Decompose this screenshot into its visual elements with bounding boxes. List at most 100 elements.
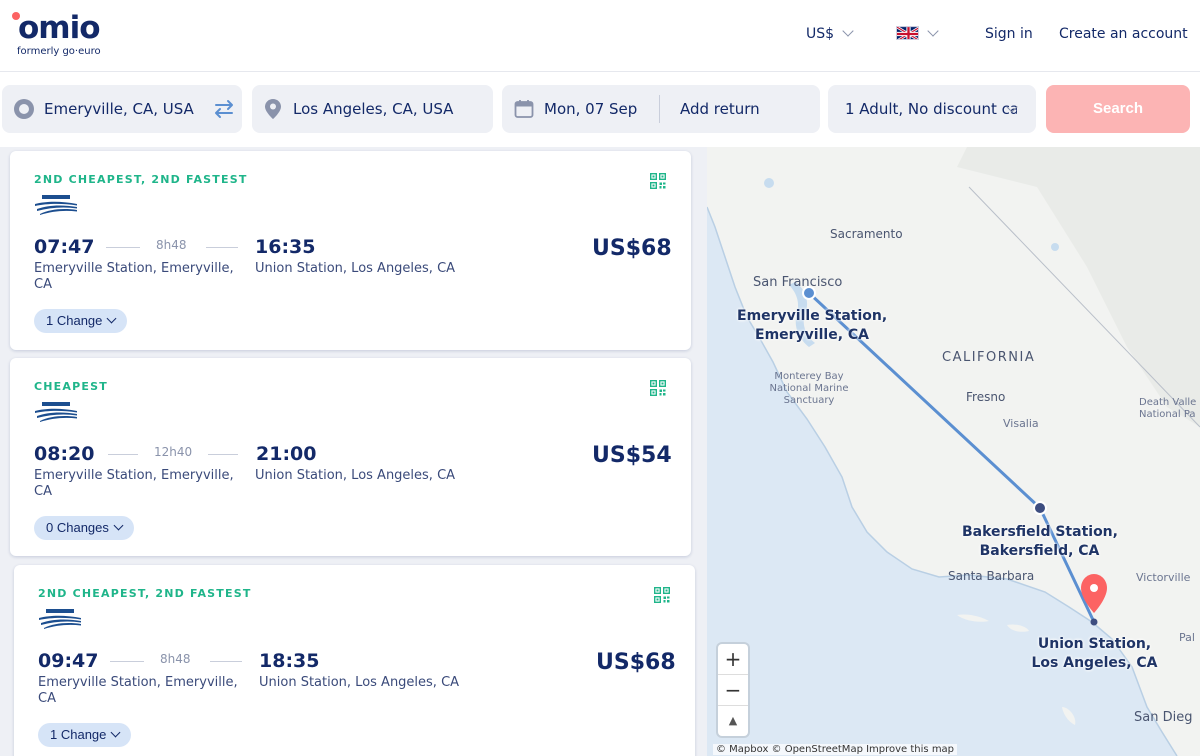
map-label-santa-barbara: Santa Barbara (948, 569, 1035, 583)
passengers-field[interactable]: 1 Adult, No discount ca (828, 85, 1036, 133)
union-line-2: Los Angeles, CA (1031, 655, 1158, 671)
amtrak-logo-icon (39, 609, 81, 629)
ticket-price: US$68 (592, 236, 672, 261)
departure-time: 08:20 (34, 443, 95, 465)
changes-label: 1 Change (46, 313, 103, 328)
swap-icon[interactable] (212, 97, 236, 121)
death-valley-line-1: Death Valle (1139, 397, 1197, 408)
location-pin-icon (265, 99, 281, 119)
result-card[interactable]: 2ND CHEAPEST, 2ND FASTEST 07:47 8h48 16:… (10, 151, 691, 350)
search-button[interactable]: Search (1046, 85, 1190, 133)
map-label-pal: Pal (1179, 631, 1195, 644)
duration-line (206, 247, 238, 248)
chevron-down-icon (110, 727, 121, 738)
map-label-bakersfield-station: Bakersfield Station, Bakersfield, CA (962, 523, 1118, 561)
create-account-link[interactable]: Create an account (1059, 24, 1188, 44)
monterey-line-3: Sanctuary (783, 395, 835, 406)
emeryville-line-2: Emeryville, CA (755, 327, 869, 343)
arrival-time: 21:00 (256, 443, 317, 465)
trip-duration: 12h40 (154, 445, 193, 459)
changes-toggle[interactable]: 1 Change (38, 723, 132, 747)
calendar-icon (514, 100, 534, 118)
map-label-fresno: Fresno (966, 390, 1006, 404)
chevron-down-icon (927, 25, 939, 37)
zoom-in-button[interactable]: + (718, 644, 748, 674)
departure-station: Emeryville Station, Emeryville, CA (38, 675, 238, 706)
arrival-station: Union Station, Los Angeles, CA (259, 675, 460, 690)
map-label-california: CALIFORNIA (942, 350, 1036, 365)
zoom-out-button[interactable]: − (718, 675, 748, 705)
arrival-time: 16:35 (255, 236, 316, 258)
chevron-down-icon (842, 25, 854, 37)
arrival-station: Union Station, Los Angeles, CA (255, 468, 456, 483)
origin-field[interactable]: Emeryville, CA, USA (2, 85, 242, 133)
map-label-san-francisco: San Francisco (753, 275, 843, 290)
union-line-1: Union Station, (1037, 636, 1152, 652)
result-card[interactable]: 2ND CHEAPEST, 2ND FASTEST 09:47 8h48 18:… (14, 565, 695, 756)
departure-date: Mon, 07 Sep (544, 100, 638, 118)
changes-label: 1 Change (50, 727, 107, 742)
passengers-value: 1 Adult, No discount ca (845, 100, 1017, 118)
arrival-station: Union Station, Los Angeles, CA (255, 261, 456, 276)
map-label-death-valley: Death Valle National Pa (1139, 397, 1196, 421)
bakersfield-line-2: Bakersfield, CA (979, 543, 1100, 559)
sign-in-link[interactable]: Sign in (985, 24, 1033, 44)
origin-circle-icon (14, 99, 34, 119)
trip-duration: 8h48 (156, 238, 187, 252)
map-attribution[interactable]: © Mapbox © OpenStreetMap Improve this ma… (713, 744, 958, 755)
results-list: 2ND CHEAPEST, 2ND FASTEST 07:47 8h48 16:… (0, 147, 707, 756)
route-map[interactable]: Sacramento San Francisco Emeryville Stat… (707, 147, 1200, 756)
chevron-down-icon (106, 313, 117, 324)
qr-code-icon[interactable] (650, 173, 666, 189)
departure-time: 07:47 (34, 236, 95, 258)
changes-toggle[interactable]: 0 Changes (34, 516, 134, 540)
death-valley-line-2: National Pa (1139, 409, 1196, 420)
amtrak-logo-icon (35, 195, 77, 215)
destination-value: Los Angeles, CA, USA (293, 100, 454, 118)
arrival-time: 18:35 (259, 650, 320, 672)
map-label-victorville: Victorville (1136, 571, 1191, 584)
duration-line (106, 247, 140, 248)
chevron-down-icon (113, 520, 124, 531)
duration-line (108, 454, 138, 455)
omio-logo[interactable]: omio formerly go·euro (12, 10, 122, 60)
monterey-line-1: Monterey Bay (774, 371, 844, 382)
map-label-union-station: Union Station, Los Angeles, CA (1017, 635, 1172, 673)
result-tag: 2ND CHEAPEST, 2ND FASTEST (38, 587, 252, 600)
language-selector[interactable] (896, 24, 939, 44)
bakersfield-line-1: Bakersfield Station, (962, 524, 1118, 540)
qr-code-icon[interactable] (654, 587, 670, 603)
departure-time: 09:47 (38, 650, 99, 672)
result-tag: CHEAPEST (34, 380, 108, 393)
currency-label: US$ (806, 26, 835, 42)
map-label-visalia: Visalia (1003, 417, 1039, 430)
compass-icon[interactable]: ▲ (718, 706, 748, 736)
departure-station: Emeryville Station, Emeryville, CA (34, 261, 234, 292)
trip-duration: 8h48 (160, 652, 191, 666)
departure-station: Emeryville Station, Emeryville, CA (34, 468, 234, 499)
changes-label: 0 Changes (46, 520, 109, 535)
search-bar: Emeryville, CA, USA Los Angeles, CA, USA… (0, 73, 1200, 147)
map-label-san-diego: San Dieg (1134, 710, 1193, 725)
duration-line (110, 661, 144, 662)
monterey-line-2: National Marine (769, 383, 849, 394)
date-field[interactable]: Mon, 07 Sep Add return (502, 85, 820, 133)
top-header: omio formerly go·euro US$ Sign in Create… (0, 0, 1200, 72)
changes-toggle[interactable]: 1 Change (34, 309, 128, 333)
zoom-controls: + − ▲ (718, 644, 748, 736)
destination-field[interactable]: Los Angeles, CA, USA (252, 85, 493, 133)
map-label-monterey-bay: Monterey Bay National Marine Sanctuary (759, 371, 859, 407)
ticket-price: US$54 (592, 443, 672, 468)
emeryville-line-1: Emeryville Station, (737, 308, 888, 324)
origin-value: Emeryville, CA, USA (44, 100, 194, 118)
logo-wordmark: omio (18, 10, 101, 46)
currency-selector[interactable]: US$ (806, 24, 854, 44)
map-label-emeryville-station: Emeryville Station, Emeryville, CA (737, 307, 887, 345)
result-card[interactable]: CHEAPEST 08:20 12h40 21:00 Emeryville St… (10, 358, 691, 556)
result-tag: 2ND CHEAPEST, 2ND FASTEST (34, 173, 248, 186)
add-return-button[interactable]: Add return (680, 99, 760, 119)
date-divider (659, 95, 660, 123)
uk-flag-icon (896, 26, 919, 40)
qr-code-icon[interactable] (650, 380, 666, 396)
duration-line (210, 661, 242, 662)
